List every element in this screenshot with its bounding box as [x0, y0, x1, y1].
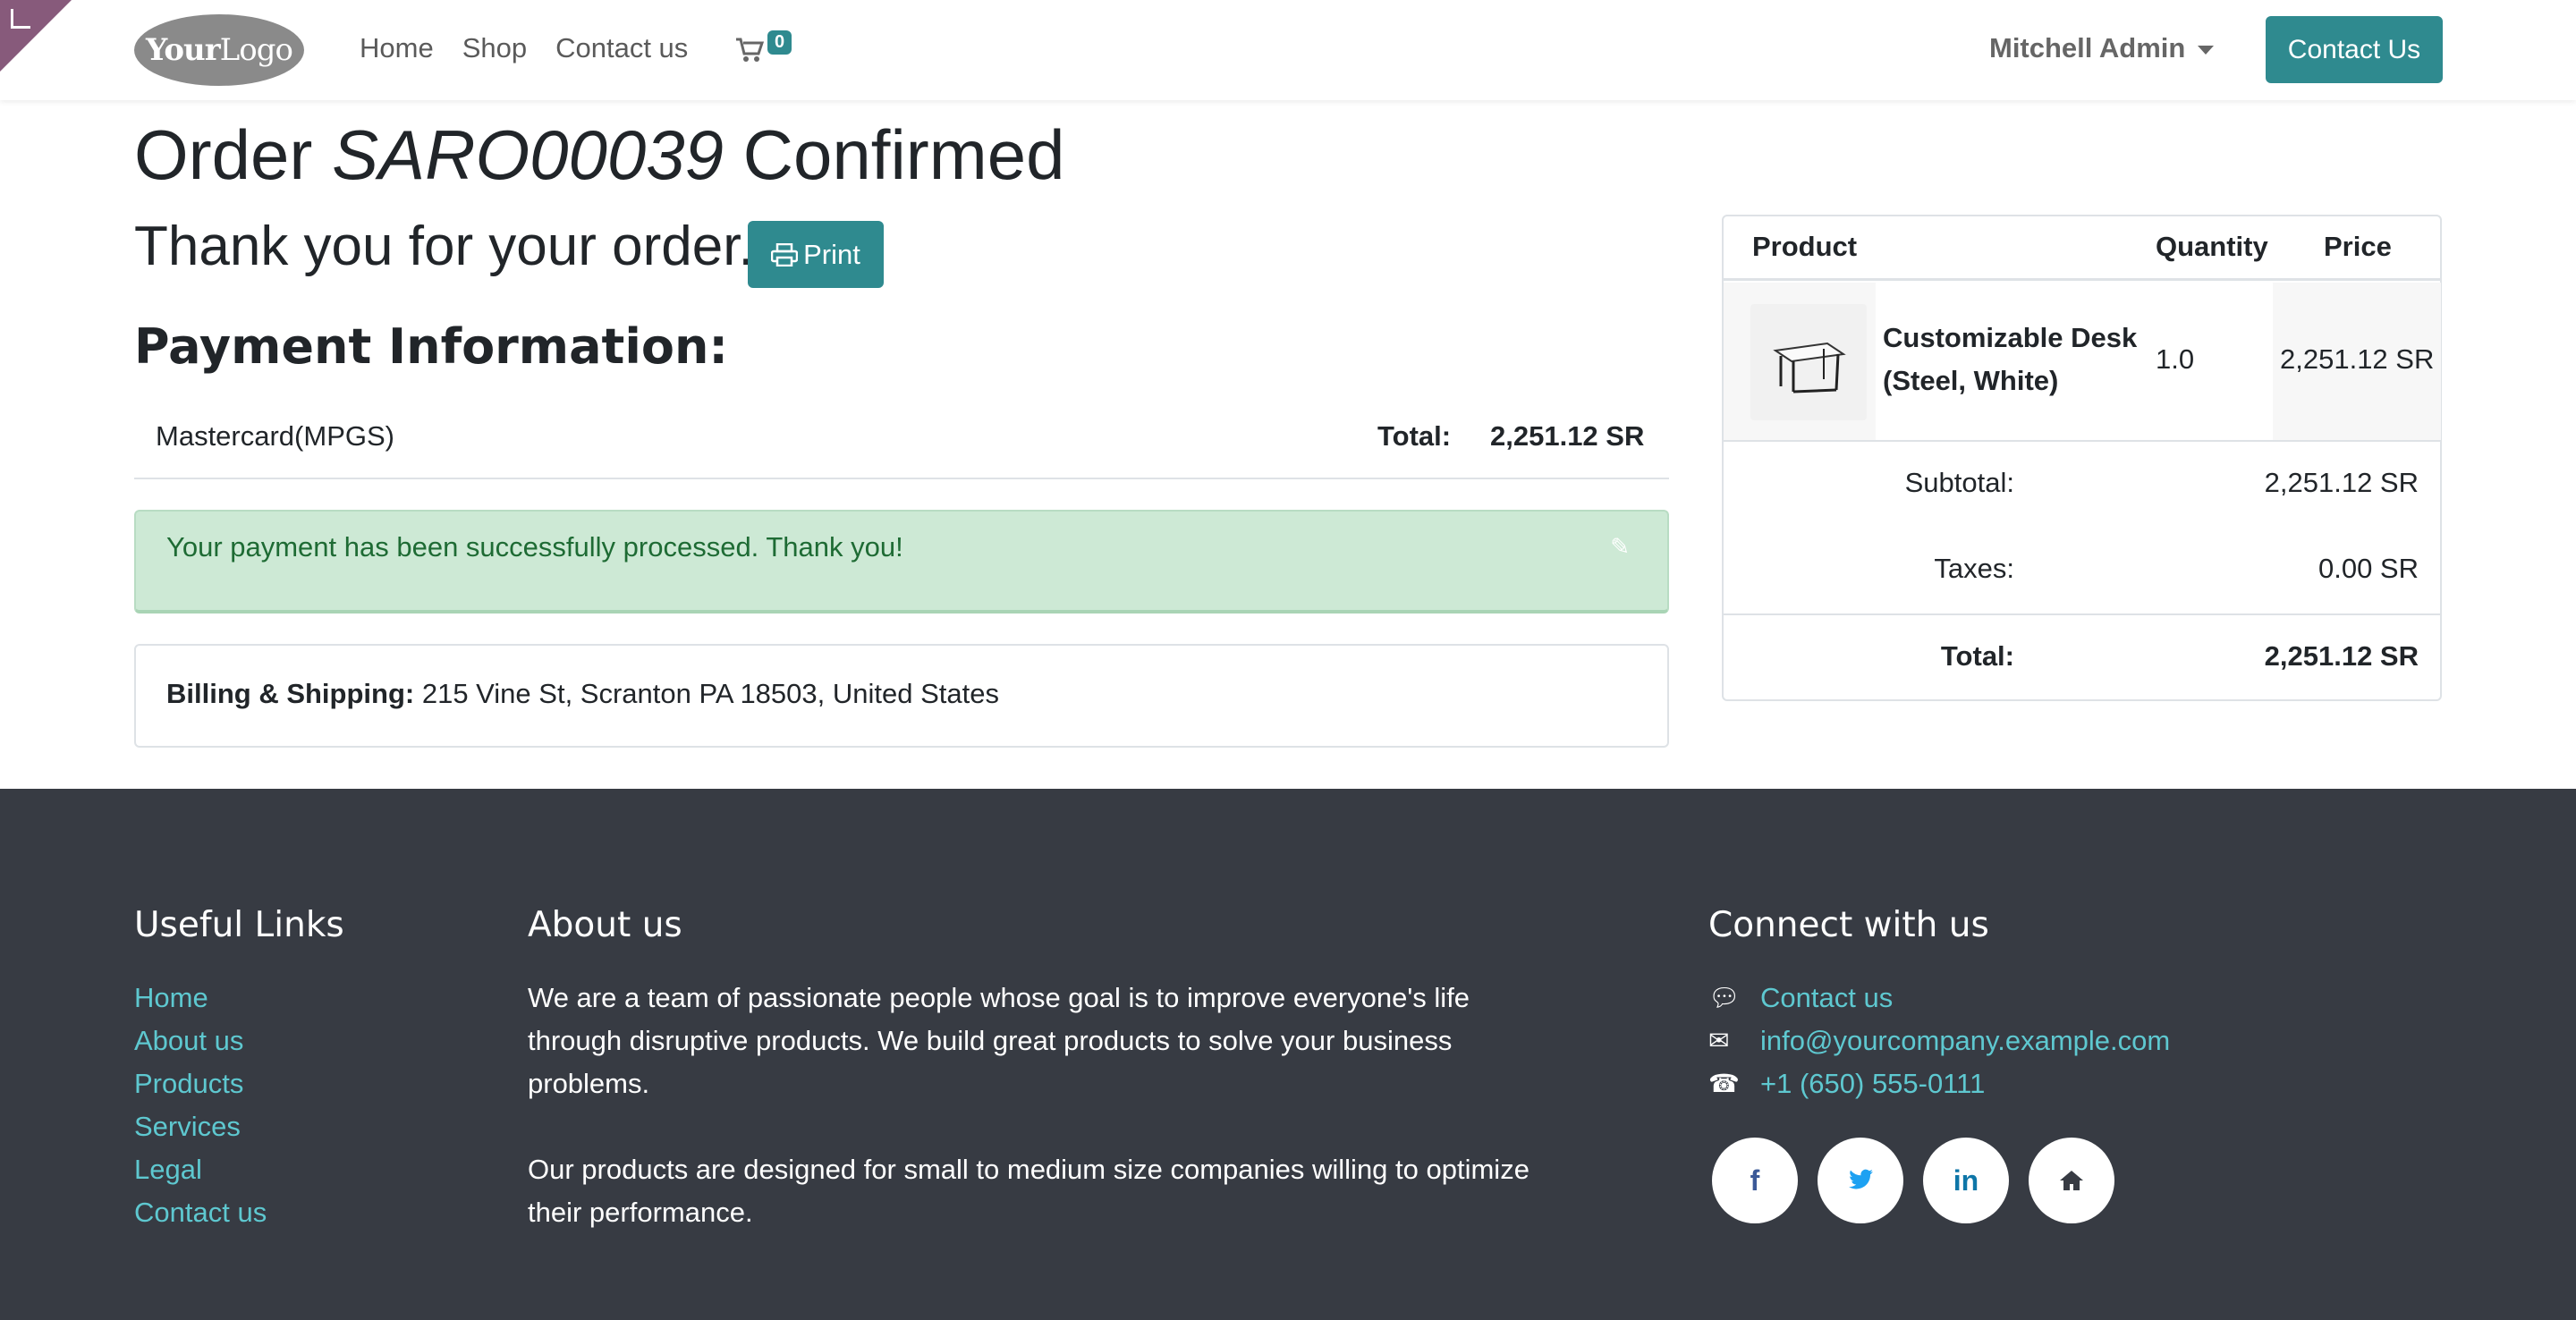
footer-link-about[interactable]: About us [134, 1020, 267, 1062]
contact-us-button[interactable]: Contact Us [2266, 16, 2443, 83]
pencil-icon[interactable]: ✎ [1610, 533, 1630, 561]
caret-down-icon [2198, 45, 2215, 55]
subtotal-value: 2,251.12 SR [2264, 467, 2419, 498]
user-menu[interactable]: Mitchell Admin [1989, 32, 2215, 64]
title-prefix: Order [134, 115, 333, 194]
print-button[interactable]: Print [748, 221, 884, 288]
connect-contact-link[interactable]: Contact us [1760, 977, 1893, 1020]
product-thumbnail [1750, 304, 1867, 420]
table-row: Customizable Desk (Steel, White) 1.0 2,2… [1724, 283, 2441, 442]
header-price: Price [2324, 231, 2392, 262]
total-value: 2,251.12 SR [2264, 640, 2419, 672]
payment-method: Mastercard(MPGS) [156, 420, 394, 452]
useful-links-list: Home About us Products Services Legal Co… [134, 977, 267, 1234]
cart-count-badge: 0 [767, 30, 792, 55]
page-title: Order SARO00039 Confirmed [134, 114, 1064, 196]
site-logo[interactable]: Your Logo [134, 14, 304, 86]
total-row: Total: 2,251.12 SR [1724, 613, 2440, 699]
about-paragraph-2: Our products are designed for small to m… [528, 1154, 1530, 1228]
printer-icon [771, 242, 799, 267]
order-summary-table: Product Quantity Price Customizable Desk… [1722, 215, 2442, 701]
nav-shop[interactable]: Shop [462, 32, 527, 64]
cart-button[interactable]: 0 [735, 30, 792, 66]
taxes-value: 0.00 SR [2318, 553, 2419, 584]
about-heading: About us [528, 905, 682, 945]
subtotal-row: Subtotal: 2,251.12 SR [1724, 442, 2440, 528]
nav-contact-us[interactable]: Contact us [555, 32, 688, 64]
total-label: Total: [1940, 640, 2014, 672]
header-product: Product [1752, 231, 1858, 262]
about-text: We are a team of passionate people whose… [528, 977, 1530, 1277]
alert-message: Your payment has been successfully proce… [166, 531, 903, 563]
payment-success-alert: Your payment has been successfully proce… [134, 510, 1669, 613]
taxes-label: Taxes: [1934, 553, 2014, 584]
order-number: SARO00039 [332, 115, 724, 194]
print-label: Print [803, 238, 860, 270]
home-icon[interactable] [2029, 1138, 2114, 1223]
thank-you-text: Thank you for your order. [134, 216, 754, 277]
billing-shipping-box: Billing & Shipping: 215 Vine St, Scranto… [134, 644, 1669, 748]
facebook-icon[interactable]: f [1712, 1138, 1798, 1223]
envelope-icon: ✉ [1708, 1027, 1730, 1054]
summary-header: Product Quantity Price [1724, 216, 2440, 281]
product-quantity: 1.0 [2156, 343, 2195, 375]
site-header: Your Logo Home Shop Contact us 0 Mitchell… [0, 0, 2576, 100]
linkedin-icon[interactable]: in [1923, 1138, 2009, 1223]
subtotal-label: Subtotal: [1904, 467, 2014, 498]
header-quantity: Quantity [2156, 231, 2268, 262]
logo-text-light: Logo [219, 32, 293, 68]
product-name: Customizable Desk (Steel, White) [1883, 322, 2138, 396]
billing-label: Billing & Shipping: [166, 678, 415, 709]
footer-link-contact[interactable]: Contact us [134, 1191, 267, 1234]
payment-total-value: 2,251.12 SR [1490, 420, 1645, 452]
payment-row: Mastercard(MPGS) Total: 2,251.12 SR [134, 411, 1669, 479]
connect-heading: Connect with us [1708, 905, 1989, 945]
product-price: 2,251.12 SR [2280, 343, 2435, 375]
site-footer: Useful Links Home About us Products Serv… [0, 789, 2576, 1320]
nav-home[interactable]: Home [360, 32, 434, 64]
useful-links-heading: Useful Links [134, 905, 344, 945]
footer-link-legal[interactable]: Legal [134, 1148, 267, 1191]
twitter-icon[interactable] [1818, 1138, 1903, 1223]
taxes-row: Taxes: 0.00 SR [1724, 528, 2440, 613]
social-links: f in [1712, 1138, 2114, 1223]
footer-link-home[interactable]: Home [134, 977, 267, 1020]
about-paragraph-1: We are a team of passionate people whose… [528, 982, 1470, 1099]
user-name: Mitchell Admin [1989, 32, 2186, 63]
billing-address: 215 Vine St, Scranton PA 18503, United S… [414, 678, 999, 709]
footer-link-services[interactable]: Services [134, 1105, 267, 1148]
connect-phone-link[interactable]: +1 (650) 555-0111 [1760, 1062, 1985, 1105]
phone-icon: ☎ [1708, 1070, 1740, 1097]
footer-link-products[interactable]: Products [134, 1062, 267, 1105]
connect-email-link[interactable]: info@yourcompany.example.com [1760, 1020, 2170, 1062]
main-nav: Home Shop Contact us [360, 32, 716, 64]
editor-corner-icon [11, 9, 30, 29]
payment-heading: Payment Information: [134, 318, 728, 375]
payment-total-label: Total: [1377, 420, 1452, 452]
comment-icon: 💬︎ [1708, 984, 1741, 1011]
connect-list: 💬︎ Contact us ✉ info@yourcompany.example.c… [1708, 977, 2170, 1105]
title-suffix: Confirmed [724, 115, 1065, 194]
logo-text-bold: Your [146, 32, 221, 68]
cart-icon [736, 38, 764, 62]
